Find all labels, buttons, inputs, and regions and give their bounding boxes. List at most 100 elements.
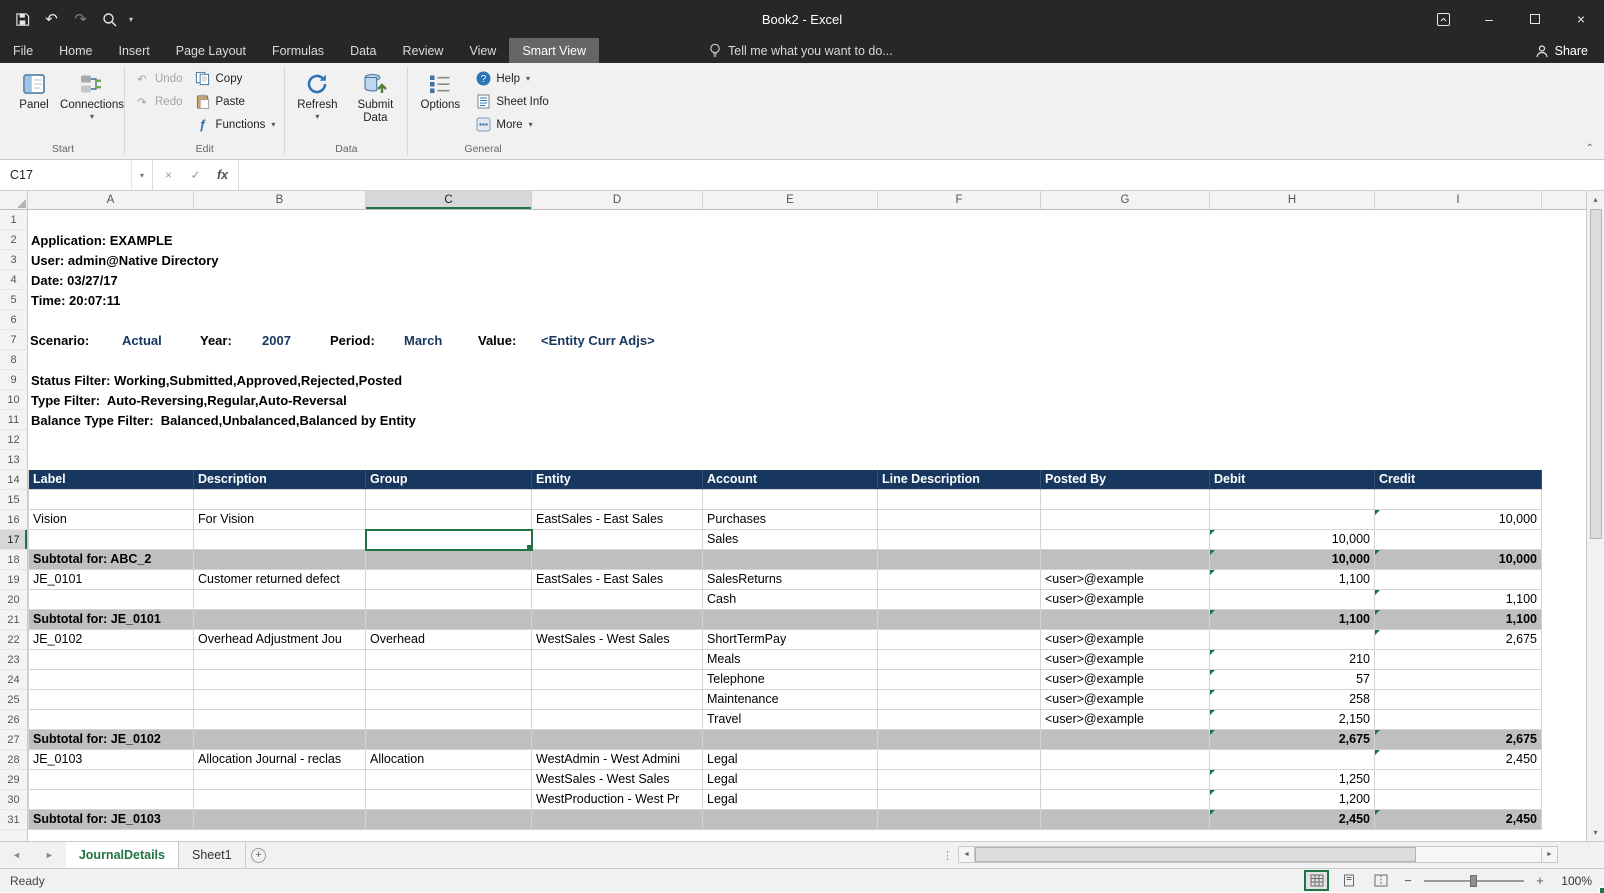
cell-D28[interactable]: WestAdmin - West Admini — [532, 750, 703, 770]
cell-E16[interactable]: Purchases — [703, 510, 878, 530]
zoom-slider-thumb[interactable] — [1470, 875, 1477, 887]
cell-F26[interactable] — [878, 710, 1041, 730]
ribbon-tab-formulas[interactable]: Formulas — [259, 38, 337, 63]
cell-C19[interactable] — [366, 570, 532, 590]
cell-I26[interactable] — [1375, 710, 1542, 730]
close-button[interactable]: × — [1558, 0, 1604, 38]
cell-B27[interactable] — [194, 730, 366, 750]
column-header-F[interactable]: F — [878, 191, 1041, 209]
connections-button[interactable]: Connections ▾ — [63, 64, 121, 142]
undo-button-qat[interactable]: ↶ — [37, 4, 66, 34]
cell-E29[interactable]: Legal — [703, 770, 878, 790]
cell-D22[interactable]: WestSales - West Sales — [532, 630, 703, 650]
cell-A30[interactable] — [28, 790, 194, 810]
maximize-button[interactable] — [1512, 0, 1558, 38]
cell-I14[interactable]: Credit — [1375, 470, 1542, 490]
cell-I19[interactable] — [1375, 570, 1542, 590]
row-header-17[interactable]: 17 — [0, 530, 28, 550]
row-header-23[interactable]: 23 — [0, 650, 28, 670]
cell-D19[interactable]: EastSales - East Sales — [532, 570, 703, 590]
column-header-C[interactable]: C — [366, 191, 532, 209]
cell-I28[interactable]: 2,450 — [1375, 750, 1542, 770]
horizontal-scroll-thumb[interactable] — [975, 847, 1416, 862]
cell-A26[interactable] — [28, 710, 194, 730]
row-header-19[interactable]: 19 — [0, 570, 28, 590]
cell-B21[interactable] — [194, 610, 366, 630]
cell-H18[interactable]: 10,000 — [1210, 550, 1375, 570]
cell-D15[interactable] — [532, 490, 703, 510]
cell-H16[interactable] — [1210, 510, 1375, 530]
cell-B24[interactable] — [194, 670, 366, 690]
page-break-view-button[interactable] — [1369, 871, 1392, 890]
cell-I30[interactable] — [1375, 790, 1542, 810]
cell-I24[interactable] — [1375, 670, 1542, 690]
formula-input[interactable] — [239, 160, 1604, 190]
tell-me-box[interactable]: Tell me what you want to do... — [709, 38, 893, 63]
cell-A20[interactable] — [28, 590, 194, 610]
more-button[interactable]: More▾ — [469, 113, 554, 136]
cell-I16[interactable]: 10,000 — [1375, 510, 1542, 530]
cell-F25[interactable] — [878, 690, 1041, 710]
cell-I15[interactable] — [1375, 490, 1542, 510]
cell-G28[interactable] — [1041, 750, 1210, 770]
ribbon-tab-review[interactable]: Review — [389, 38, 456, 63]
name-box-dropdown[interactable]: ▾ — [131, 160, 152, 190]
zoom-in-button[interactable]: + — [1533, 873, 1547, 888]
cell-B31[interactable] — [194, 810, 366, 830]
cell-E31[interactable] — [703, 810, 878, 830]
cell-H20[interactable] — [1210, 590, 1375, 610]
enter-button[interactable]: ✓ — [182, 168, 209, 182]
cell-B26[interactable] — [194, 710, 366, 730]
row-header-1[interactable]: 1 — [0, 210, 28, 230]
row-header-6[interactable]: 6 — [0, 310, 28, 330]
cell-I23[interactable] — [1375, 650, 1542, 670]
cell-H24[interactable]: 57 — [1210, 670, 1375, 690]
column-header-G[interactable]: G — [1041, 191, 1210, 209]
column-header-B[interactable]: B — [194, 191, 366, 209]
cell-G25[interactable]: <user>@example — [1041, 690, 1210, 710]
cell-D31[interactable] — [532, 810, 703, 830]
row-header-20[interactable]: 20 — [0, 590, 28, 610]
cell-C24[interactable] — [366, 670, 532, 690]
column-header-I[interactable]: I — [1375, 191, 1542, 209]
ribbon-tab-data[interactable]: Data — [337, 38, 389, 63]
cell-G18[interactable] — [1041, 550, 1210, 570]
cell-G15[interactable] — [1041, 490, 1210, 510]
options-button[interactable]: Options — [411, 64, 469, 142]
cell-I27[interactable]: 2,675 — [1375, 730, 1542, 750]
collapse-ribbon-button[interactable]: ⌃ — [1586, 143, 1594, 154]
redo-button-qat[interactable]: ↷ — [66, 4, 95, 34]
row-header-8[interactable]: 8 — [0, 350, 28, 370]
cell-I20[interactable]: 1,100 — [1375, 590, 1542, 610]
sheet-nav-right-button[interactable]: ► — [33, 850, 66, 860]
cell-H19[interactable]: 1,100 — [1210, 570, 1375, 590]
ribbon-tab-file[interactable]: File — [0, 38, 46, 63]
cell-G23[interactable]: <user>@example — [1041, 650, 1210, 670]
row-header-15[interactable]: 15 — [0, 490, 28, 510]
scroll-down-button[interactable]: ▾ — [1587, 824, 1604, 841]
empty-row-12[interactable] — [28, 430, 1586, 450]
cell-A15[interactable] — [28, 490, 194, 510]
cell-E19[interactable]: SalesReturns — [703, 570, 878, 590]
row-header-16[interactable]: 16 — [0, 510, 28, 530]
cell-A22[interactable]: JE_0102 — [28, 630, 194, 650]
cell-I31[interactable]: 2,450 — [1375, 810, 1542, 830]
cell-C16[interactable] — [366, 510, 532, 530]
cell-H15[interactable] — [1210, 490, 1375, 510]
cell-A18[interactable]: Subtotal for: ABC_2 — [28, 550, 194, 570]
column-header-E[interactable]: E — [703, 191, 878, 209]
row-header-18[interactable]: 18 — [0, 550, 28, 570]
cell-F28[interactable] — [878, 750, 1041, 770]
cell-D27[interactable] — [532, 730, 703, 750]
cell-B14[interactable]: Description — [194, 470, 366, 490]
cell-B17[interactable] — [194, 530, 366, 550]
cell-C14[interactable]: Group — [366, 470, 532, 490]
ribbon-display-options-button[interactable] — [1420, 0, 1466, 38]
cell-I22[interactable]: 2,675 — [1375, 630, 1542, 650]
row-header-28[interactable]: 28 — [0, 750, 28, 770]
horizontal-scrollbar[interactable]: ◄ ► — [958, 842, 1558, 868]
cell-A17[interactable] — [28, 530, 194, 550]
cell-A21[interactable]: Subtotal for: JE_0101 — [28, 610, 194, 630]
cell-A27[interactable]: Subtotal for: JE_0102 — [28, 730, 194, 750]
column-header-D[interactable]: D — [532, 191, 703, 209]
